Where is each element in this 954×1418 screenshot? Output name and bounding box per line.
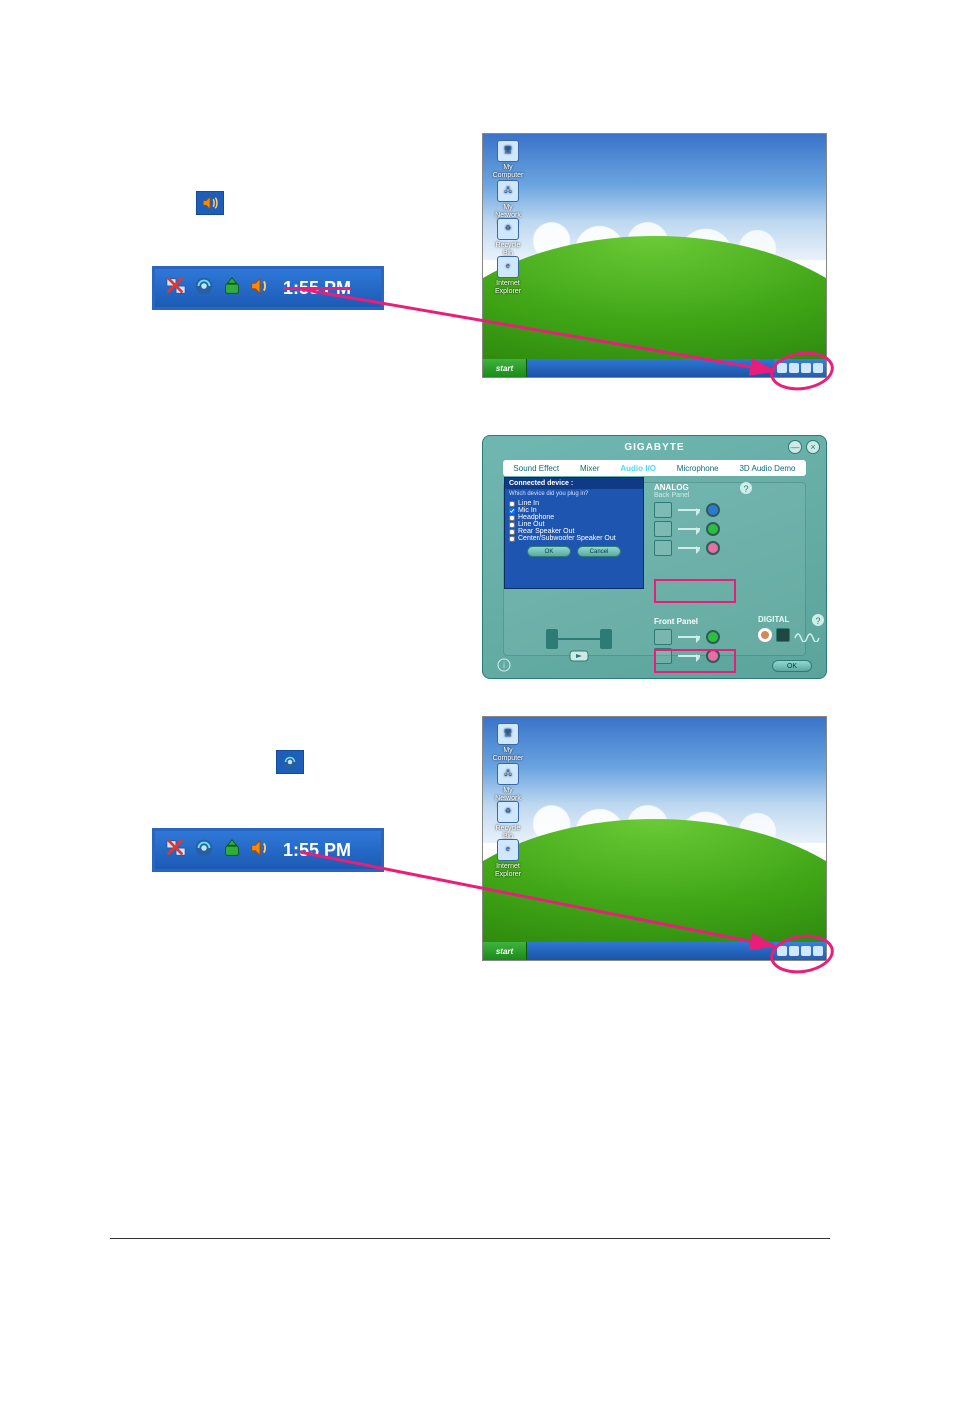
svg-text:i: i (503, 661, 505, 670)
panel-ok-button[interactable]: OK (772, 660, 812, 672)
desktop-icon: ♻Recycle Bin (491, 801, 525, 840)
network-disconnected-icon[interactable] (165, 275, 187, 302)
sound-manager-icon[interactable] (249, 837, 271, 864)
analog-label: ANALOG (654, 483, 754, 492)
jack-row[interactable] (654, 540, 754, 556)
desktop-icon: ♻Recycle Bin (491, 218, 525, 257)
svg-text:?: ? (815, 616, 820, 626)
jack-front-green[interactable] (706, 630, 720, 644)
audio-control-panel: GIGABYTE — × Sound Effect Mixer Audio I/… (482, 435, 827, 679)
minimize-button[interactable]: — (788, 440, 802, 454)
callout-arrow (300, 848, 800, 963)
tab-microphone[interactable]: Microphone (677, 464, 719, 473)
jack-green[interactable] (706, 522, 720, 536)
dialog-ok-button[interactable]: OK (527, 546, 571, 557)
digital-section: DIGITAL ? (758, 615, 822, 642)
back-panel-label: Back Panel (654, 492, 754, 499)
tab-mixer[interactable]: Mixer (580, 464, 600, 473)
waveform-icon (794, 628, 822, 642)
panel-tabs: Sound Effect Mixer Audio I/O Microphone … (503, 460, 806, 476)
tab-sound-effect[interactable]: Sound Effect (513, 464, 559, 473)
desktop-icon: 🖥My Computer (491, 723, 525, 762)
connected-device-dialog: Connected device : Which device did you … (504, 477, 644, 589)
close-button[interactable]: × (806, 440, 820, 454)
option-mic-in[interactable]: Mic In (509, 507, 639, 514)
front-panel-label: Front Panel (654, 617, 754, 626)
sound-manager-icon[interactable] (196, 191, 224, 215)
footer-rule (110, 1238, 830, 1239)
tab-3d-audio-demo[interactable]: 3D Audio Demo (739, 464, 795, 473)
tab-audio-io[interactable]: Audio I/O (620, 464, 656, 473)
callout-arrow (300, 285, 800, 395)
jack-row[interactable] (654, 629, 754, 645)
ac97-audio-icon[interactable] (193, 275, 215, 302)
panel-title: GIGABYTE (483, 442, 826, 453)
option-rear-speaker[interactable]: Rear Speaker Out (509, 528, 639, 535)
panel-footnote: i (497, 658, 511, 672)
desktop-icon: 🖥My Computer (491, 140, 525, 179)
speaker-illustration (534, 623, 624, 668)
dialog-cancel-button[interactable]: Cancel (577, 546, 621, 557)
jack-row[interactable] (654, 521, 754, 537)
jack-blue[interactable] (706, 503, 720, 517)
option-headphone[interactable]: Headphone (509, 514, 639, 521)
ac97-audio-icon[interactable] (193, 837, 215, 864)
sound-manager-icon[interactable] (249, 275, 271, 302)
help-icon[interactable]: ? (812, 614, 825, 630)
option-center-sub[interactable]: Center/Subwoofer Speaker Out (509, 535, 639, 542)
highlight-box (654, 649, 736, 673)
jack-pink[interactable] (706, 541, 720, 555)
dialog-question: Which device did you plug in? (509, 491, 639, 497)
network-disconnected-icon[interactable] (165, 837, 187, 864)
ac97-audio-icon[interactable] (276, 750, 304, 774)
help-icon[interactable]: ? (740, 482, 753, 498)
jack-row[interactable] (654, 502, 754, 518)
dialog-title: Connected device : (505, 478, 643, 489)
spdif-optical-icon[interactable] (776, 628, 790, 642)
option-line-out[interactable]: Line Out (509, 521, 639, 528)
safely-remove-icon[interactable] (221, 837, 243, 864)
option-line-in[interactable]: Line In (509, 500, 639, 507)
svg-text:?: ? (743, 484, 748, 494)
safely-remove-icon[interactable] (221, 275, 243, 302)
highlight-box (654, 579, 736, 603)
spdif-coax-icon[interactable] (758, 628, 772, 642)
